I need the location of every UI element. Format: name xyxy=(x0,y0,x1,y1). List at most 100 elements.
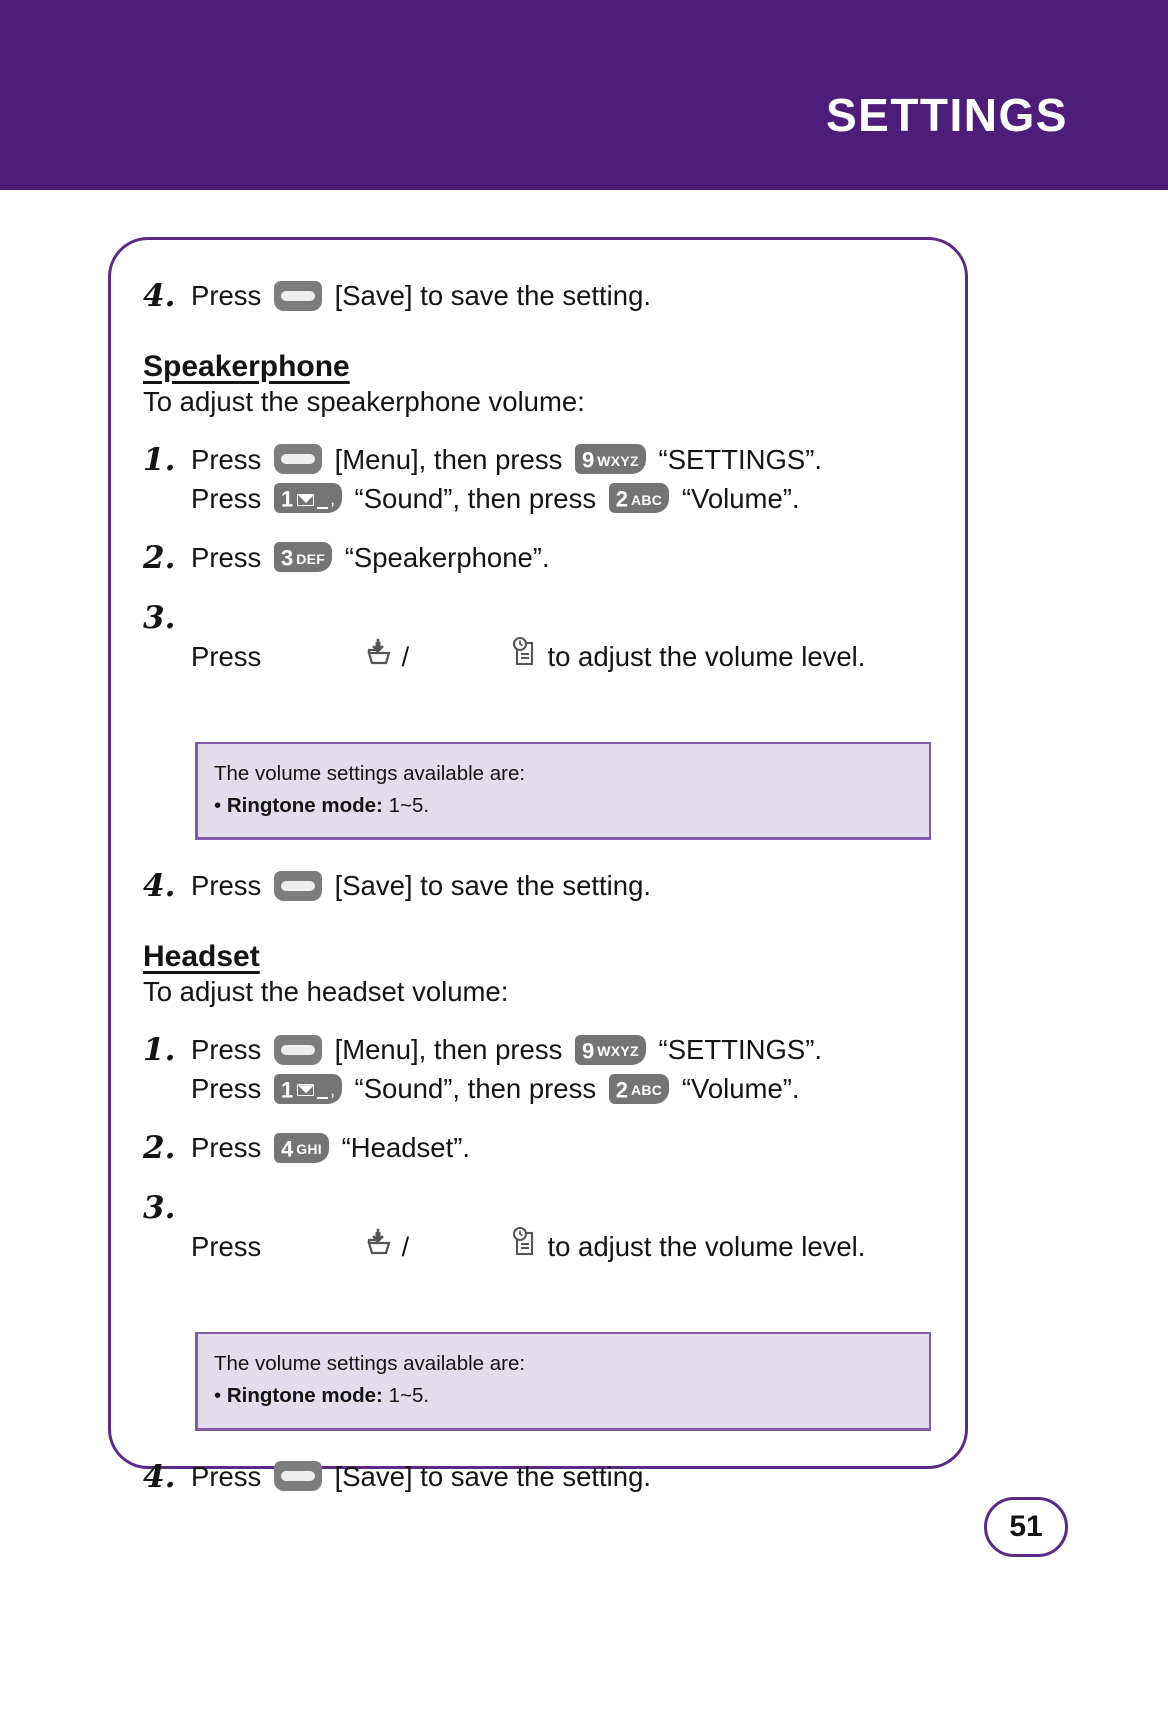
step-text-fragment: to adjust the volume level. xyxy=(539,1231,866,1263)
key-digit: 3 xyxy=(280,546,294,572)
key-digit: 1 xyxy=(280,487,294,513)
step-text-fragment: Press xyxy=(191,541,269,573)
underscore-glyph xyxy=(317,507,329,510)
step-number: 1. xyxy=(143,1032,176,1069)
step-row: 3. Press / to adjust the volume level. xyxy=(143,1188,925,1306)
step-text: Press / to adjust the volume level. xyxy=(191,1188,925,1306)
step-text-fragment: to adjust the volume level. xyxy=(539,641,866,673)
key-digit: 9 xyxy=(581,448,595,473)
envelope-icon xyxy=(297,1084,315,1097)
envelope-icon xyxy=(297,494,315,507)
step-text-fragment: [Menu], then press xyxy=(326,1034,570,1066)
note-box: The volume settings available are: • Rin… xyxy=(195,1332,931,1431)
soft-key-icon xyxy=(273,280,322,311)
step-number: 2. xyxy=(143,1130,176,1167)
step-number: 4. xyxy=(143,278,176,314)
step-number: 2. xyxy=(143,539,176,576)
note-bullet: • Ringtone mode: 1~5. xyxy=(214,1380,911,1412)
keypad-key-3: 3 DEF xyxy=(273,542,333,573)
keypad-key-9: 9 WXYZ xyxy=(574,1034,646,1065)
step-row: 4. Press [Save] to save the setting. xyxy=(143,1457,925,1497)
keypad-key-2: 2 ABC xyxy=(608,1073,670,1104)
key-letters: GHI xyxy=(296,1141,322,1158)
step-text-fragment: “Sound”, then press xyxy=(346,1073,604,1105)
step-text: Press [Save] to save the setting. xyxy=(191,1457,925,1496)
step-text-fragment: Press xyxy=(191,443,269,475)
bullet-value: 1~5. xyxy=(382,1383,430,1407)
soft-key-icon xyxy=(273,444,322,475)
step-text-fragment: “Sound”, then press xyxy=(346,482,604,514)
step-text-fragment: “Volume”. xyxy=(674,1073,800,1105)
step-text-before: Press xyxy=(191,280,269,311)
step-row: 3. Press / to adjust the volume level. xyxy=(143,598,925,716)
keypad-key-1: 1, xyxy=(273,483,342,514)
step-row: 2. Press 4 GHI “Headset”. xyxy=(143,1128,925,1168)
underscore-glyph xyxy=(317,1097,329,1100)
key-letters: WXYZ xyxy=(597,1043,639,1060)
key-digit: 9 xyxy=(581,1038,595,1064)
step-row: 4. Press [Save] to save the setting. xyxy=(143,866,925,906)
note-line: The volume settings available are: xyxy=(214,761,526,785)
step-text-fragment: [Save] to save the setting. xyxy=(326,1460,652,1492)
step-number: 3. xyxy=(143,599,176,636)
separator-slash: / xyxy=(401,641,410,672)
step-text: Press [Menu], then press 9 WXYZ “SETTINGS… xyxy=(191,1030,925,1108)
step-number: 4. xyxy=(143,1458,176,1495)
step-text-fragment: Press xyxy=(191,870,269,902)
section-subtitle-speakerphone: To adjust the speakerphone volume: xyxy=(143,385,585,417)
step-number: 3. xyxy=(143,1189,176,1226)
bullet-glyph: • xyxy=(214,793,227,817)
note-bullet: • Ringtone mode: 1~5. xyxy=(214,790,911,822)
section-subtitle-headset: To adjust the headset volume: xyxy=(143,976,509,1008)
volume-down-icon xyxy=(272,598,394,715)
step-text-fragment: Press xyxy=(191,1460,269,1492)
soft-key-icon xyxy=(273,1461,322,1492)
keypad-key-4: 4 GHI xyxy=(273,1132,329,1163)
volume-down-icon xyxy=(272,1188,394,1305)
step-text-fragment: [Menu], then press xyxy=(326,443,570,475)
section-heading-headset: Headset xyxy=(143,940,260,974)
step-row: 4. Press [Save] to save the setting. xyxy=(143,276,925,316)
page-title: SETTINGS xyxy=(825,89,1068,141)
content-card: 4. Press [Save] to save the setting. Spe… xyxy=(108,237,968,1495)
keypad-key-9: 9 WXYZ xyxy=(574,444,646,475)
step-row: 1. Press [Menu], then press 9 WXYZ “SETTI… xyxy=(143,1030,925,1108)
step-text-fragment: “Volume”. xyxy=(674,482,800,514)
step-text-fragment: Press xyxy=(191,1034,269,1066)
page-number-badge: 51 xyxy=(984,1497,1068,1557)
step-text-fragment: Press xyxy=(191,641,269,673)
soft-key-icon xyxy=(273,1034,322,1065)
key-letters: DEF xyxy=(296,551,326,568)
step-text-after: [Save] to save the setting. xyxy=(326,280,652,311)
step-text-fragment: Press xyxy=(191,1073,269,1105)
bullet-label: Ringtone mode: xyxy=(226,1383,383,1407)
bullet-value: 1~5. xyxy=(382,793,430,817)
step-text: Press [Save] to save the setting. xyxy=(191,866,925,905)
step-row: 1. Press [Menu], then press 9 WXYZ “SETTI… xyxy=(143,440,925,518)
key-digit: 1 xyxy=(280,1077,294,1103)
step-text: Press [Menu], then press 9 WXYZ “SETTINGS… xyxy=(191,440,925,518)
step-text: Press 4 GHI “Headset”. xyxy=(191,1128,925,1167)
step-text: Press 3 DEF “Speakerphone”. xyxy=(191,538,925,577)
key-digit: 2 xyxy=(615,487,628,513)
note-line: The volume settings available are: xyxy=(214,1352,526,1375)
key-letters: WXYZ xyxy=(597,453,639,469)
step-text-fragment: “Speakerphone”. xyxy=(337,541,550,573)
step-text-fragment: “Headset”. xyxy=(333,1132,471,1164)
key-letters: ABC xyxy=(630,492,663,509)
section-heading-speakerphone: Speakerphone xyxy=(143,349,350,383)
separator-slash: / xyxy=(401,1231,410,1262)
key-digit: 2 xyxy=(615,1077,628,1103)
soft-key-icon xyxy=(273,870,322,901)
step-text-fragment: Press xyxy=(191,482,269,514)
step-text-fragment: “SETTINGS”. xyxy=(650,443,823,475)
step-number: 1. xyxy=(143,441,176,478)
step-number: 4. xyxy=(143,868,176,905)
bullet-glyph: • xyxy=(214,1383,227,1407)
bullet-label: Ringtone mode: xyxy=(226,793,383,817)
comma-glyph: , xyxy=(330,490,335,510)
key-digit: 4 xyxy=(280,1136,294,1162)
volume-up-icon xyxy=(417,598,537,716)
keypad-key-2: 2 ABC xyxy=(608,483,670,514)
keypad-key-1: 1, xyxy=(273,1073,342,1104)
